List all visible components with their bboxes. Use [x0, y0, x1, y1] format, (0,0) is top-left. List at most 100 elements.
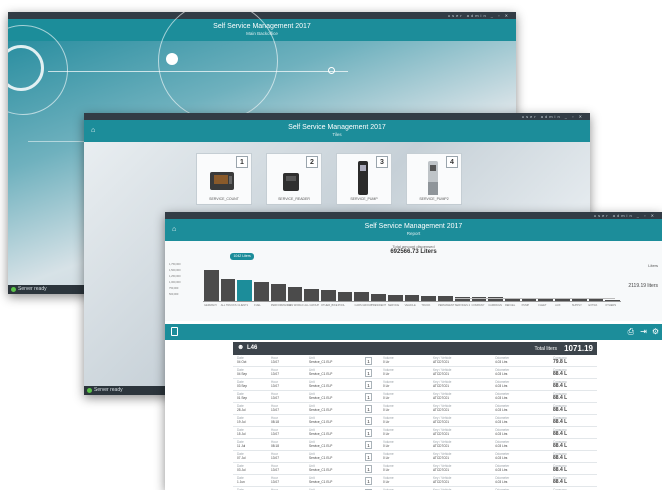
document-icon[interactable]: [171, 327, 178, 336]
table-row[interactable]: Date 03 Sep Hour 13:07 Unit Service_C1 ELP Vol…: [233, 379, 597, 391]
table-row[interactable]: Date 07 Jul Hour 13:07 Unit Service_C1 ELP Vol…: [233, 451, 597, 463]
cell-value: 13:07: [271, 468, 279, 472]
x-tick-label: TRUCK: [421, 304, 431, 307]
cell-value: 1 Jun: [237, 480, 245, 484]
table-row[interactable]: Date 28 Jul Hour 13:07 Unit Service_C1 ELP Vol…: [233, 403, 597, 415]
cell-qty: Volume0 Ltr: [383, 368, 394, 376]
chart-bar[interactable]: [287, 286, 303, 301]
table-row[interactable]: Date 04 Sep Hour 13:07 Unit Service_C1 ELP Vol…: [233, 367, 597, 379]
chart-bar[interactable]: [270, 284, 286, 301]
device-tile-2[interactable]: 2 SERVICE_READER: [266, 153, 322, 205]
window-controls[interactable]: user admin _ ▫ ✕: [522, 114, 584, 119]
cell-value: 4.03 Ltrs: [495, 360, 508, 364]
cell-date: Date 03 Sep: [237, 380, 247, 388]
decorative-node: [328, 67, 335, 74]
chart-bar[interactable]: [421, 295, 437, 301]
screen-subtitle: Tiles: [332, 132, 342, 137]
cell-vol: Odometer4.03 Ltrs: [495, 428, 509, 436]
cell-ref: Key / VehicleATCD7C01: [433, 428, 451, 436]
cell-value: 88.4 L: [553, 467, 568, 473]
cell-value: 4.03 Ltrs: [495, 372, 508, 376]
window-controls[interactable]: user admin _ ▫ ✕: [448, 13, 510, 18]
table-row[interactable]: Date 15 Jul Hour 13:07 Unit Service_C1 ELP Vol…: [233, 427, 597, 439]
cell-value: 08:18: [271, 444, 279, 448]
chart-bar[interactable]: [204, 269, 219, 301]
chart-bar[interactable]: [571, 298, 587, 301]
chart-bar[interactable]: [404, 295, 420, 301]
chart-bar[interactable]: [605, 299, 620, 301]
device-label: SERVICE_COUNT: [209, 197, 239, 201]
y-tick-label: 1,250,000: [169, 275, 181, 278]
cell-vol: Odometer4.03 Ltrs: [495, 416, 509, 424]
cell-qty: Volume0 Ltr: [383, 392, 394, 400]
table-row[interactable]: Date 01 Sep Hour 13:07 Unit Service_C1 ELP Vol…: [233, 391, 597, 403]
cell-date: Date 19 Jul: [237, 416, 246, 424]
chart-bar[interactable]: [387, 294, 403, 301]
chart-bar[interactable]: [588, 299, 604, 301]
device-tile-3[interactable]: 3 SERVICE_PUMP: [336, 153, 392, 205]
title-bar: user admin _ ▫ ✕: [8, 12, 516, 19]
cell-pct: Consumo88.4 L: [553, 404, 567, 413]
table-row[interactable]: Date 04 Oct Hour 13:07 Unit Service_C1 ELP Vol…: [233, 355, 597, 367]
chart-bar[interactable]: [220, 278, 236, 301]
cell-value: 88.4 L: [553, 443, 568, 449]
cell-value: 0 Ltr: [383, 372, 390, 376]
settings-icon[interactable]: ⚙: [652, 327, 659, 336]
cell-value: ATCD7C01: [433, 456, 450, 460]
x-tick-label: FLEET: [538, 304, 547, 307]
cell-value: 0 Ltr: [383, 396, 390, 400]
cell-value: 0 Ltr: [383, 384, 390, 388]
cell-unit: UnitService_C1 ELP: [309, 464, 332, 472]
cell-value: 0 Ltr: [383, 480, 390, 484]
cell-ref: Key / VehicleATCD7C01: [433, 356, 451, 364]
table-row[interactable]: Date 11 Jul Hour 08:18 Unit Service_C1 ELP Vol…: [233, 439, 597, 451]
cell-value: 13:07: [271, 360, 279, 364]
cell-vol: Odometer4.03 Ltrs: [495, 440, 509, 448]
chart-bar[interactable]: [254, 282, 269, 301]
cell-unit: UnitService_C1 ELP: [309, 476, 332, 484]
device-tile-4[interactable]: 4 SERVICE_PUMP2: [406, 153, 462, 205]
chart-bar[interactable]: [371, 293, 386, 301]
total-label: Total liters: [534, 346, 557, 352]
export-icon[interactable]: ⇥: [640, 327, 647, 336]
row-index-badge: 1: [365, 441, 372, 449]
chart-bar[interactable]: [304, 288, 320, 301]
x-tick-label: VEHICLE: [404, 304, 416, 307]
cell-value: 13:07: [271, 408, 279, 412]
cell-value: ATCD7C01: [433, 372, 450, 376]
chart-bar[interactable]: [438, 296, 453, 301]
cell-value: 4.03 Ltrs: [495, 420, 508, 424]
cell-value: 88.4 L: [553, 383, 568, 389]
total-value: 1071.19: [564, 344, 593, 353]
table-row[interactable]: Date 03 Jul Hour 13:07 Unit Service_C1 ELP Vol…: [233, 463, 597, 475]
cell-value: ATCD7C01: [433, 432, 450, 436]
cell-value: 0 Ltr: [383, 420, 390, 424]
cell-time: Hour13:07: [271, 380, 279, 388]
cell-value: 4.03 Ltrs: [495, 480, 508, 484]
window-controls[interactable]: user admin _ ▫ ✕: [594, 213, 656, 218]
x-tick-label: ALL TRUCKS: [220, 304, 237, 307]
chart-bar[interactable]: [237, 279, 253, 301]
chart-bar[interactable]: [337, 291, 353, 301]
app-header: ⌂ Self Service Management 2017 Tiles: [84, 120, 590, 142]
chart-bar[interactable]: [321, 290, 336, 301]
cell-vol: Odometer4.03 Ltrs: [495, 356, 509, 364]
cell-value: 4.03 Ltrs: [495, 456, 508, 460]
cell-value: 28 Jul: [237, 408, 246, 412]
cell-value: Service_C1 ELP: [309, 444, 333, 448]
table-row[interactable]: Date1 Jun Hour13:07 UnitService_C1 ELP Volu…: [233, 475, 597, 487]
table-row[interactable]: Date 19 Jul Hour 08:18 Unit Service_C1 ELP Vol…: [233, 415, 597, 427]
chart-bar[interactable]: [354, 292, 370, 301]
slider-track[interactable]: [455, 298, 615, 299]
card-reader-icon: [283, 173, 299, 191]
decorative-ring: [158, 12, 278, 121]
cell-value: 0 Ltr: [383, 408, 390, 412]
y-tick-label: 1,500,000: [169, 269, 181, 272]
cell-value: Service_C1 ELP: [309, 468, 333, 472]
highlight-label: 1042 Liters: [233, 254, 251, 258]
transactions-list: Date 04 Oct Hour 13:07 Unit Service_C1 ELP Vol…: [233, 355, 597, 490]
device-tile-1[interactable]: 1 SERVICE_COUNT: [196, 153, 252, 205]
cell-value: 88.4 L: [553, 479, 568, 485]
cell-value: Service_C1 ELP: [309, 384, 333, 388]
print-icon[interactable]: ⎙: [628, 327, 634, 336]
